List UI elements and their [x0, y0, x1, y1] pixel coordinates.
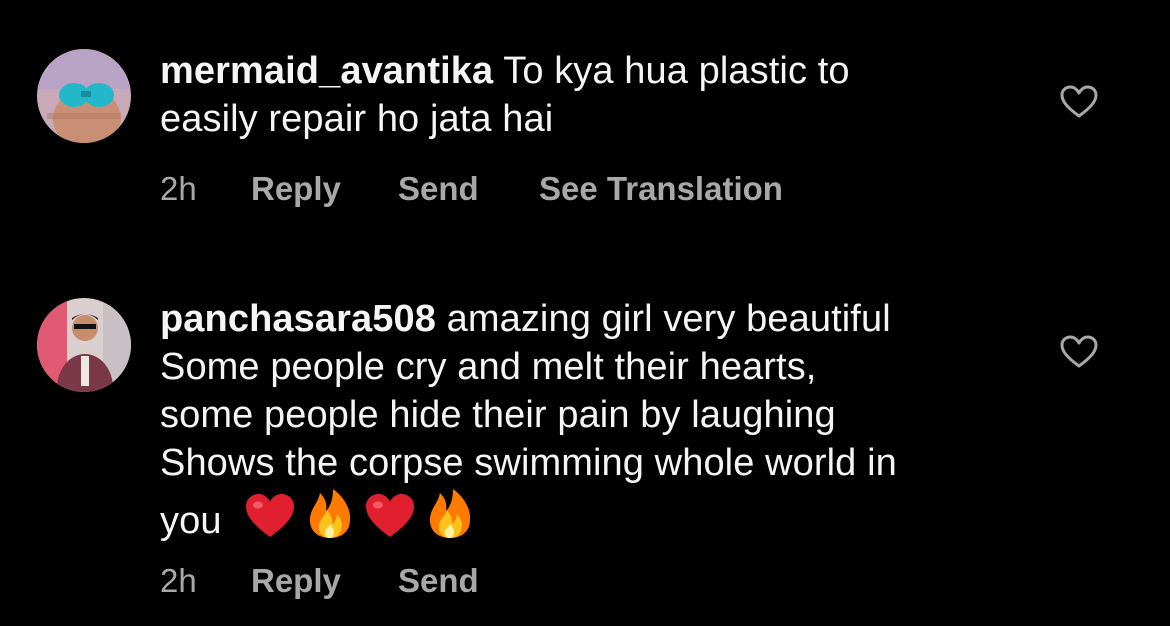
fire-emoji: [426, 487, 474, 539]
user-avatar[interactable]: [37, 49, 131, 143]
like-heart-icon[interactable]: [1060, 85, 1098, 119]
like-heart-icon[interactable]: [1060, 335, 1098, 369]
comment-text-line: To kya hua plastic to: [503, 50, 850, 92]
comment-username[interactable]: panchasara508: [160, 298, 436, 340]
reply-button[interactable]: Reply: [251, 170, 341, 208]
avatar-image: [37, 49, 131, 143]
reply-button[interactable]: Reply: [251, 562, 341, 600]
comment-timestamp: 2h: [160, 562, 197, 599]
comment-text-line: easily repair ho jata hai: [160, 98, 554, 140]
comment-text-line: Shows the corpse swimming whole world in: [160, 442, 897, 484]
comment-text-line: Some people cry and melt their hearts,: [160, 346, 817, 388]
comment-text: mermaid_avantika To kya hua plastic to e…: [160, 47, 1020, 143]
comment-text-line: some people hide their pain by laughing: [160, 394, 836, 436]
send-button[interactable]: Send: [398, 562, 479, 600]
user-avatar[interactable]: [37, 298, 131, 392]
comment-text-line: amazing girl very beautiful: [446, 298, 891, 340]
red-heart-emoji: [364, 493, 416, 539]
fire-emoji: [306, 487, 354, 539]
comment-timestamp: 2h: [160, 170, 197, 207]
send-button[interactable]: Send: [398, 170, 479, 208]
red-heart-emoji: [244, 493, 296, 539]
avatar-image: [37, 298, 131, 392]
comment-text-line: you: [160, 500, 222, 542]
see-translation-button[interactable]: See Translation: [539, 170, 783, 208]
comment-username[interactable]: mermaid_avantika: [160, 50, 493, 92]
comment-text: panchasara508 amazing girl very beautifu…: [160, 295, 1020, 545]
